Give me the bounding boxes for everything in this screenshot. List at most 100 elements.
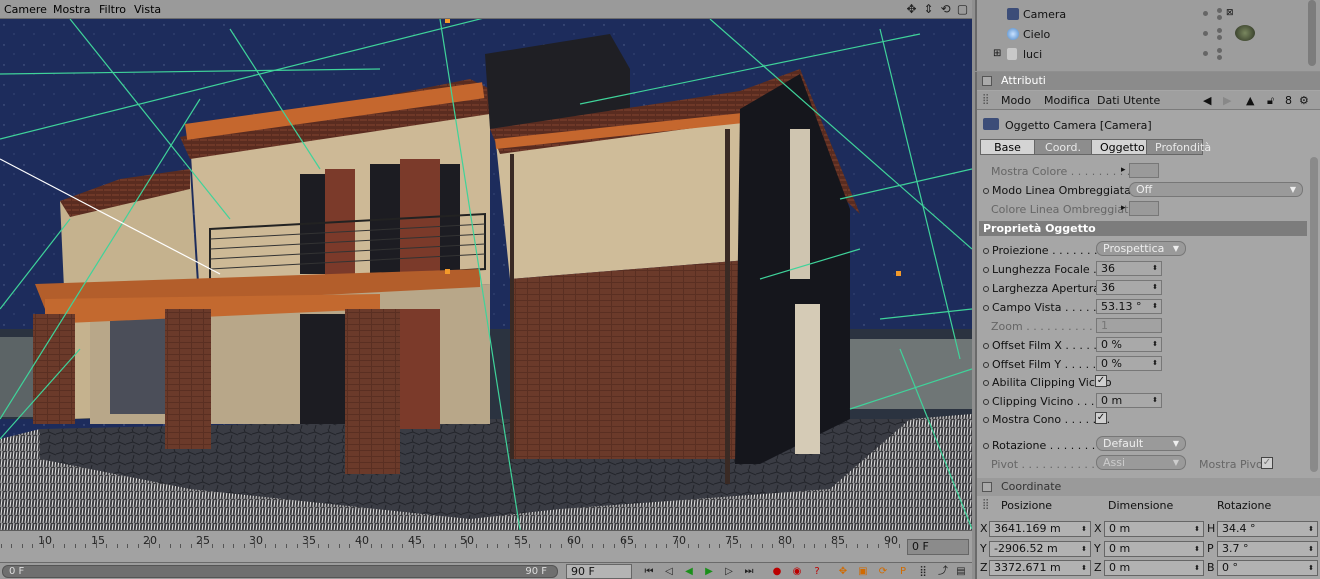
timeline-options-icon[interactable]: ▤ <box>952 564 970 579</box>
pla-key-icon[interactable]: ⣿ <box>914 564 932 579</box>
stepper-icon[interactable]: ⬍ <box>1152 338 1158 351</box>
rotation-p-input[interactable]: 3.7 ° ⬍ <box>1217 541 1318 557</box>
play-backward-icon[interactable]: ◀ <box>680 564 698 579</box>
visibility-dot-icon[interactable] <box>1217 28 1222 33</box>
stepper-icon[interactable]: ⬍ <box>1152 357 1158 370</box>
keyframe-selection-icon[interactable]: ? <box>808 564 826 579</box>
stepper-icon[interactable]: ⬍ <box>1308 542 1314 556</box>
stepper-icon[interactable]: ⬍ <box>1308 561 1314 575</box>
rotation-key-icon[interactable]: ⟳ <box>874 564 892 579</box>
larghezza-apertura-input[interactable]: 36 ⬍ <box>1096 280 1162 295</box>
material-tag-icon[interactable] <box>1235 25 1255 41</box>
campo-vista-input[interactable]: 53.13 ° ⬍ <box>1096 299 1162 314</box>
object-row-luci[interactable]: ⊞ luci <box>977 45 1307 65</box>
tab-coord[interactable]: Coord. <box>1034 139 1092 155</box>
position-x-input[interactable]: 3641.169 m ⬍ <box>989 521 1091 537</box>
animate-dot-icon[interactable] <box>983 267 989 273</box>
next-key-icon[interactable]: ▷ <box>720 564 738 579</box>
stepper-icon[interactable]: ⬍ <box>1308 522 1314 536</box>
size-y-input[interactable]: 0 m ⬍ <box>1104 541 1204 557</box>
back-arrow-icon[interactable]: ◀ <box>1203 94 1211 107</box>
menu-dati-utente[interactable]: Dati Utente <box>1097 94 1160 107</box>
modo-linea-dropdown[interactable]: Off ▼ <box>1129 182 1303 197</box>
forward-arrow-icon[interactable]: ▶ <box>1223 94 1231 107</box>
animate-dot-icon[interactable] <box>983 343 989 349</box>
animate-dot-icon[interactable] <box>983 399 989 405</box>
visibility-dot-icon[interactable] <box>1203 11 1208 16</box>
colore-linea-swatch[interactable] <box>1129 201 1159 216</box>
menu-modifica[interactable]: Modifica <box>1044 94 1090 107</box>
stepper-icon[interactable]: ⬍ <box>1194 542 1200 556</box>
stepper-icon[interactable]: ⬍ <box>1152 262 1158 275</box>
parameter-key-icon[interactable]: P <box>894 564 912 579</box>
offset-film-x-input[interactable]: 0 % ⬍ <box>1096 337 1162 352</box>
menu-camere[interactable]: Camere <box>4 3 47 16</box>
end-frame-field[interactable]: 90 F <box>566 564 632 579</box>
visibility-dot-icon[interactable] <box>1217 35 1222 40</box>
mostra-colore-swatch[interactable] <box>1129 163 1159 178</box>
current-frame-field[interactable]: 0 F <box>907 539 969 555</box>
panel-toggle-icon[interactable] <box>982 76 992 86</box>
record-icon[interactable]: ● <box>768 564 786 579</box>
stepper-icon[interactable]: ⬍ <box>1194 561 1200 575</box>
stepper-icon[interactable]: ⬍ <box>1194 522 1200 536</box>
animate-dot-icon[interactable] <box>983 188 989 194</box>
frame-range-slider[interactable]: 0 F 90 F <box>2 565 558 578</box>
lunghezza-focale-input[interactable]: 36 ⬍ <box>1096 261 1162 276</box>
tab-base[interactable]: Base <box>980 139 1035 155</box>
animate-dot-icon[interactable] <box>983 305 989 311</box>
rotazione-dropdown[interactable]: Default ▼ <box>1096 436 1186 451</box>
object-row-cielo[interactable]: Cielo <box>977 25 1307 45</box>
interpolation-icon[interactable]: ⤴ <box>934 564 952 579</box>
move-view-icon[interactable]: ✥ <box>904 2 919 17</box>
expand-icon[interactable]: ⊞ <box>993 48 1001 59</box>
rotation-h-input[interactable]: 34.4 ° ⬍ <box>1217 521 1318 537</box>
go-to-start-icon[interactable]: ⏮ <box>640 564 658 579</box>
autokey-icon[interactable]: ◉ <box>788 564 806 579</box>
panel-toggle-icon[interactable] <box>982 482 992 492</box>
mostra-cono-checkbox[interactable]: ✓ <box>1095 412 1107 424</box>
size-x-input[interactable]: 0 m ⬍ <box>1104 521 1204 537</box>
abilita-clipping-checkbox[interactable]: ✓ <box>1095 375 1107 387</box>
object-manager-scrollbar[interactable] <box>1308 0 1316 66</box>
rotate-view-icon[interactable]: ⟲ <box>938 2 953 17</box>
animate-dot-icon[interactable] <box>983 362 989 368</box>
position-key-icon[interactable]: ✥ <box>834 564 852 579</box>
3d-viewport[interactable] <box>0 19 972 530</box>
stepper-icon[interactable]: ⬍ <box>1081 561 1087 575</box>
position-y-input[interactable]: -2906.52 m ⬍ <box>989 541 1091 557</box>
tag-target-icon[interactable]: ⊠ <box>1226 8 1234 18</box>
animate-dot-icon[interactable] <box>983 248 989 254</box>
menu-mostra[interactable]: Mostra <box>53 3 91 16</box>
play-forward-icon[interactable]: ▶ <box>700 564 718 579</box>
animate-dot-icon[interactable] <box>983 443 989 449</box>
stepper-icon[interactable]: ⬍ <box>1081 542 1087 556</box>
animate-dot-icon[interactable] <box>983 380 989 386</box>
lock-icon[interactable]: 🔓︎ <box>1267 94 1274 108</box>
rotation-b-input[interactable]: 0 ° ⬍ <box>1217 560 1318 576</box>
clipping-vicino-input[interactable]: 0 m ⬍ <box>1096 393 1162 408</box>
zoom-view-icon[interactable]: ⇕ <box>921 2 936 17</box>
attribute-scrollbar[interactable] <box>1310 157 1318 472</box>
stepper-icon[interactable]: ⬍ <box>1152 394 1158 407</box>
stepper-icon[interactable]: ⬍ <box>1152 300 1158 313</box>
position-z-input[interactable]: 3372.671 m ⬍ <box>989 560 1091 576</box>
visibility-dot-icon[interactable] <box>1203 51 1208 56</box>
proiezione-dropdown[interactable]: Prospettica ▼ <box>1096 241 1186 256</box>
stepper-icon[interactable]: ⬍ <box>1152 281 1158 294</box>
expand-arrow-icon[interactable]: ▸ <box>1121 165 1126 175</box>
up-arrow-icon[interactable]: ▲ <box>1246 94 1254 107</box>
stepper-icon[interactable]: ⬍ <box>1081 522 1087 536</box>
new-manager-icon[interactable]: 8 <box>1285 94 1292 107</box>
visibility-dot-icon[interactable] <box>1217 15 1222 20</box>
timeline-ruler[interactable]: 10 15 20 25 30 35 40 45 50 55 60 65 70 7… <box>0 530 972 562</box>
go-to-end-icon[interactable]: ⏭ <box>740 564 758 579</box>
tab-profondita[interactable]: Profondità <box>1146 139 1211 155</box>
scale-key-icon[interactable]: ▣ <box>854 564 872 579</box>
animate-dot-icon[interactable] <box>983 417 989 423</box>
size-z-input[interactable]: 0 m ⬍ <box>1104 560 1204 576</box>
expand-arrow-icon[interactable]: ▸ <box>1121 203 1126 213</box>
menu-vista[interactable]: Vista <box>134 3 161 16</box>
visibility-dot-icon[interactable] <box>1217 55 1222 60</box>
visibility-dot-icon[interactable] <box>1217 48 1222 53</box>
